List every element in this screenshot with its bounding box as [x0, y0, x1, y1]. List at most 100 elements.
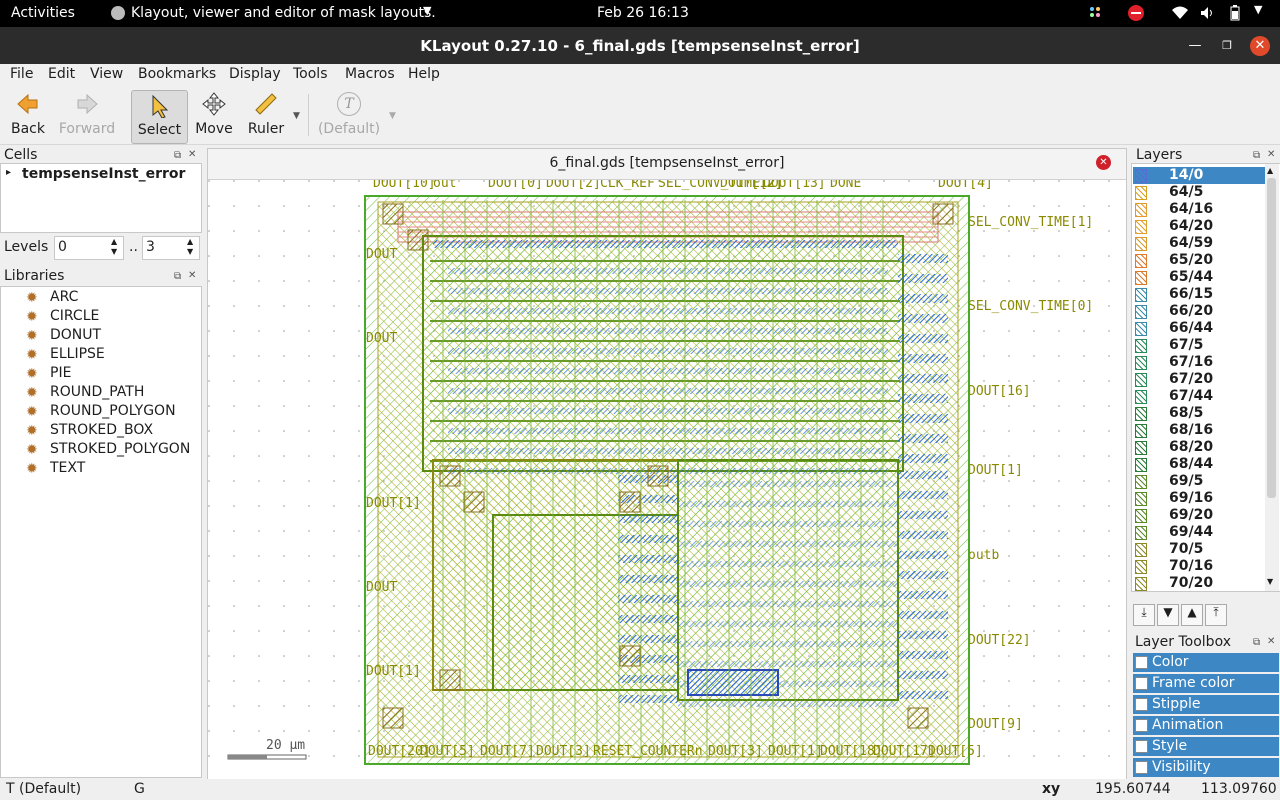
layer-row[interactable]: 69/16	[1133, 490, 1273, 507]
move-to-top-icon[interactable]: ⤒	[1205, 604, 1227, 626]
layer-row[interactable]: 64/59	[1133, 235, 1273, 252]
toolbox-item-style[interactable]: Style	[1133, 737, 1279, 756]
back-button[interactable]: Back	[6, 86, 50, 142]
layers-list[interactable]: 14/0 64/5 64/16 64/20 64/59 65/20 65/44 66/15 66…	[1131, 163, 1280, 592]
library-item[interactable]: ✹ STROKED_BOX	[1, 422, 199, 441]
toolbox-item-stipple[interactable]: Stipple	[1133, 695, 1279, 714]
libraries-panel-float-icon[interactable]: ⧉	[174, 271, 181, 282]
libraries-panel-close-icon[interactable]: ✕	[188, 270, 196, 281]
cells-panel-float-icon[interactable]: ⧉	[174, 150, 181, 161]
checkbox[interactable]	[1135, 761, 1148, 774]
menu-file[interactable]: File	[10, 66, 33, 82]
toolbox-float-icon[interactable]: ⧉	[1253, 637, 1260, 648]
toolbox-item-visibility[interactable]: Visibility	[1133, 758, 1279, 777]
app-menu-title[interactable]: Klayout, viewer and editor of mask layou…	[131, 5, 436, 21]
layer-row[interactable]: 69/20	[1133, 507, 1273, 524]
ruler-tool-button[interactable]: Ruler	[244, 86, 288, 142]
layer-row[interactable]: 70/5	[1133, 541, 1273, 558]
library-item[interactable]: ✹ ROUND_PATH	[1, 384, 199, 403]
layer-row[interactable]: 64/16	[1133, 201, 1273, 218]
menu-bookmarks[interactable]: Bookmarks	[138, 66, 216, 82]
layer-row[interactable]: 69/44	[1133, 524, 1273, 541]
library-item[interactable]: ✹ ELLIPSE	[1, 346, 199, 365]
library-item[interactable]: ✹ DONUT	[1, 327, 199, 346]
spin-arrows-icon[interactable]: ▲ ▼	[187, 237, 193, 257]
toolbox-close-icon[interactable]: ✕	[1267, 636, 1275, 647]
checkbox[interactable]	[1135, 698, 1148, 711]
layer-row[interactable]: 68/20	[1133, 439, 1273, 456]
window-title-bar[interactable]: KLayout 0.27.10 - 6_final.gds [tempsense…	[0, 27, 1280, 64]
cells-panel-close-icon[interactable]: ✕	[188, 149, 196, 160]
checkbox[interactable]	[1135, 740, 1148, 753]
layers-panel-float-icon[interactable]: ⧉	[1253, 150, 1260, 161]
do-not-disturb-icon[interactable]	[1128, 5, 1144, 21]
menu-tools[interactable]: Tools	[293, 66, 328, 82]
menu-macros[interactable]: Macros	[345, 66, 395, 82]
wifi-icon[interactable]	[1172, 6, 1188, 24]
layer-row[interactable]: 70/20	[1133, 575, 1273, 591]
close-layout-icon[interactable]: ✕	[1096, 155, 1111, 170]
libraries-list[interactable]: ✹ ARC ✹ CIRCLE ✹ DONUT ✹ ELLIPSE ✹ PIE ✹ ROUND_PATH…	[0, 286, 202, 778]
library-item[interactable]: ✹ PIE	[1, 365, 199, 384]
cells-tree[interactable]: ▸ tempsenseInst_error	[0, 163, 202, 233]
menu-display[interactable]: Display	[229, 66, 281, 82]
library-item[interactable]: ✹ CIRCLE	[1, 308, 199, 327]
system-menu-chevron-icon[interactable]: ▼	[1254, 3, 1262, 16]
move-down-icon[interactable]: ▼	[1157, 604, 1179, 626]
level-from-spinbox[interactable]: 0 ▲ ▼	[54, 236, 124, 260]
layer-row[interactable]: 66/44	[1133, 320, 1273, 337]
layout-drawing[interactable]: DOUT[10]out DOUT[0] DOUT[2] CLK_REF SEL_CONV…	[208, 180, 1126, 779]
layer-row[interactable]: 67/16	[1133, 354, 1273, 371]
library-item[interactable]: ✹ ROUND_POLYGON	[1, 403, 199, 422]
default-dropdown-chevron-icon[interactable]: ▼	[389, 111, 396, 121]
layer-row[interactable]: 65/44	[1133, 269, 1273, 286]
toolbox-item-frame-color[interactable]: Frame color	[1133, 674, 1279, 693]
scroll-down-icon[interactable]: ▼	[1267, 577, 1273, 586]
layer-row[interactable]: 68/44	[1133, 456, 1273, 473]
menu-help[interactable]: Help	[408, 66, 440, 82]
default-text-button[interactable]: T (Default)	[316, 86, 382, 142]
expand-arrow-icon[interactable]: ▸	[6, 167, 11, 178]
select-tool-button[interactable]: Select	[131, 90, 188, 144]
library-item[interactable]: ✹ TEXT	[1, 460, 199, 479]
activities-button[interactable]: Activities	[11, 5, 75, 21]
spin-arrows-icon[interactable]: ▲ ▼	[111, 237, 117, 257]
close-icon[interactable]: ✕	[1250, 36, 1270, 56]
move-tool-button[interactable]: Move	[192, 86, 236, 142]
layer-row[interactable]: 68/16	[1133, 422, 1273, 439]
layer-row[interactable]: 70/16	[1133, 558, 1273, 575]
layer-row[interactable]: 67/20	[1133, 371, 1273, 388]
layer-row[interactable]: 66/20	[1133, 303, 1273, 320]
clock[interactable]: Feb 26 16:13	[597, 5, 689, 21]
toolbox-item-color[interactable]: Color	[1133, 653, 1279, 672]
library-item[interactable]: ✹ ARC	[1, 289, 199, 308]
layer-row[interactable]: 14/0	[1133, 167, 1273, 184]
forward-button[interactable]: Forward	[56, 86, 118, 142]
scrollbar-thumb[interactable]	[1267, 178, 1276, 498]
menu-view[interactable]: View	[90, 66, 123, 82]
layer-row[interactable]: 67/5	[1133, 337, 1273, 354]
layout-view[interactable]: 6_final.gds [tempsenseInst_error] ✕ DOUT…	[207, 148, 1127, 780]
menu-edit[interactable]: Edit	[48, 66, 75, 82]
volume-icon[interactable]	[1200, 6, 1216, 24]
minimize-icon[interactable]: —	[1185, 36, 1205, 56]
maximize-icon[interactable]: ❐	[1217, 36, 1237, 56]
checkbox[interactable]	[1135, 719, 1148, 732]
layers-panel-close-icon[interactable]: ✕	[1267, 149, 1275, 160]
layer-row[interactable]: 68/5	[1133, 405, 1273, 422]
layer-row[interactable]: 64/20	[1133, 218, 1273, 235]
layer-row[interactable]: 64/5	[1133, 184, 1273, 201]
layout-tab[interactable]: 6_final.gds [tempsenseInst_error] ✕	[208, 149, 1126, 180]
chevron-down-icon[interactable]: ▼	[423, 4, 431, 17]
layer-row[interactable]: 67/44	[1133, 388, 1273, 405]
cell-tempsenseInst-error[interactable]: tempsenseInst_error	[22, 166, 185, 182]
layer-row[interactable]: 65/20	[1133, 252, 1273, 269]
checkbox[interactable]	[1135, 656, 1148, 669]
library-item[interactable]: ✹ STROKED_POLYGON	[1, 441, 199, 460]
battery-icon[interactable]	[1230, 5, 1240, 25]
layers-scrollbar[interactable]: ▲ ▼	[1265, 164, 1279, 591]
scroll-up-icon[interactable]: ▲	[1267, 166, 1273, 175]
move-to-bottom-icon[interactable]: ⤓	[1133, 604, 1155, 626]
level-to-spinbox[interactable]: 3 ▲ ▼	[142, 236, 200, 260]
layer-row[interactable]: 69/5	[1133, 473, 1273, 490]
